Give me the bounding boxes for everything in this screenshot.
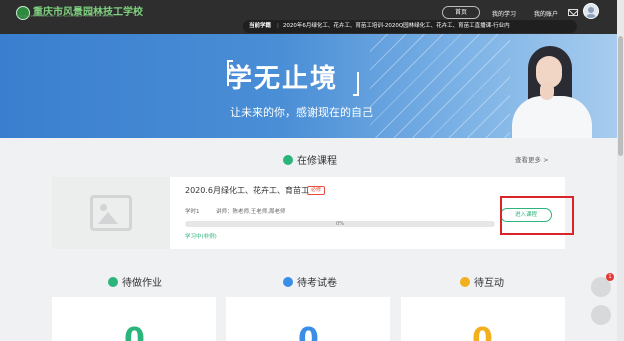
course-progress-bar: 0% bbox=[185, 221, 495, 227]
homework-icon bbox=[108, 277, 118, 287]
banner-subtitle: 让未来的你，感谢现在的自己 bbox=[230, 106, 373, 119]
course-status: 学习中(非例) bbox=[185, 234, 217, 240]
avatar[interactable] bbox=[583, 3, 599, 19]
top-bar: 重庆市风景园林技工学校 CHONGQING LANDSCAPE AND GARD… bbox=[0, 0, 624, 34]
course-teachers: 讲师：陈老师,王老师,周老师 bbox=[216, 209, 286, 215]
course-card: 2020.6月绿化工、花卉工、育苗工 必修 学时1 讲师：陈老师,王老师,周老师… bbox=[52, 177, 565, 249]
current-course-title: 在修课程 bbox=[297, 156, 337, 167]
term-value: 2020年6月绿化工、花卉工、育苗工培训-2020Q园林绿化工、花卉工、育苗工直… bbox=[282, 23, 510, 29]
progress-text: 0% bbox=[336, 221, 344, 227]
highlight-box bbox=[500, 196, 574, 235]
notification-badge: 1 bbox=[606, 273, 614, 281]
exam-icon bbox=[283, 277, 293, 287]
interaction-title: 待互动 bbox=[474, 278, 504, 289]
nav-my-study[interactable]: 我的学习 bbox=[492, 9, 516, 18]
required-tag: 必修 bbox=[307, 186, 326, 195]
course-title[interactable]: 2020.6月绿化工、花卉工、育苗工 bbox=[185, 185, 309, 196]
nav-my-account[interactable]: 我的账户 bbox=[534, 9, 558, 18]
current-term-bar[interactable]: 当前学籍 | 2020年6月绿化工、花卉工、育苗工培训-2020Q园林绿化工、花卉工… bbox=[243, 20, 577, 33]
side-float-button[interactable] bbox=[591, 305, 611, 325]
interaction-count: 0 bbox=[472, 322, 493, 341]
scrollbar-thumb[interactable] bbox=[618, 36, 623, 156]
course-thumbnail[interactable] bbox=[52, 177, 170, 249]
banner-decoration bbox=[370, 34, 510, 138]
homework-title: 待做作业 bbox=[122, 278, 162, 289]
exam-title: 待考试卷 bbox=[297, 278, 337, 289]
view-more-link[interactable]: 查看更多 > bbox=[515, 154, 549, 164]
homework-count: 0 bbox=[124, 322, 145, 341]
term-label: 当前学籍 bbox=[249, 23, 272, 29]
exam-count: 0 bbox=[298, 322, 319, 341]
nav-home[interactable]: 首页 bbox=[442, 6, 480, 19]
banner-slogan: 学无止境 bbox=[226, 64, 339, 94]
current-course-icon bbox=[283, 155, 293, 165]
slogan-bracket-right bbox=[353, 72, 359, 96]
school-name-en: CHONGQING LANDSCAPE AND GARDENING TECHNI… bbox=[17, 14, 114, 18]
course-hours: 学时1 bbox=[185, 209, 200, 215]
interaction-icon bbox=[460, 277, 470, 287]
banner-student-image bbox=[500, 34, 624, 138]
mail-icon[interactable] bbox=[568, 9, 578, 16]
term-separator: | bbox=[277, 23, 279, 29]
image-placeholder-icon bbox=[90, 195, 132, 231]
